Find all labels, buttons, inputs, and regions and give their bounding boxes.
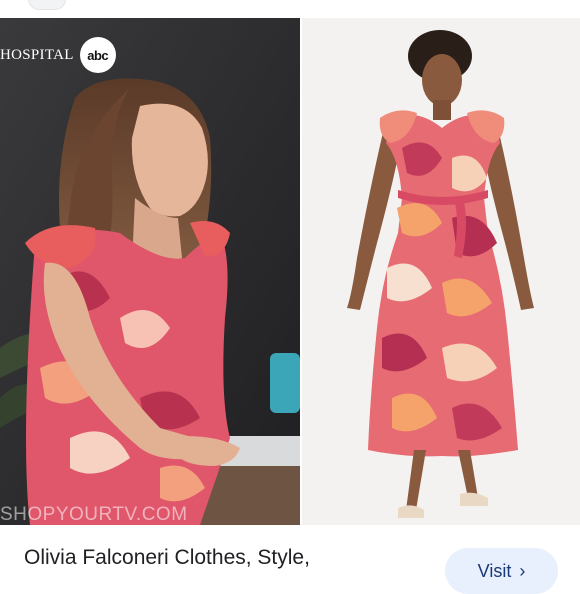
previous-chip[interactable] <box>28 0 66 10</box>
product-illustration <box>302 18 580 525</box>
top-strip <box>0 0 580 18</box>
product-image[interactable] <box>302 18 580 525</box>
chevron-right-icon: › <box>519 561 526 581</box>
network-tag: Hospital abc <box>0 37 116 73</box>
visit-label: Visit <box>477 561 512 581</box>
tv-still-illustration <box>0 18 300 525</box>
visit-button[interactable]: Visit › <box>445 548 558 594</box>
result-caption[interactable]: Olivia Falconeri Clothes, Style, <box>24 546 310 570</box>
tv-still-image[interactable]: Hospital abc SHOPYOURTV.COM <box>0 18 300 525</box>
abc-logo: abc <box>79 37 116 73</box>
site-watermark: SHOPYOURTV.COM <box>0 504 188 525</box>
network-text: Hospital <box>0 46 74 63</box>
